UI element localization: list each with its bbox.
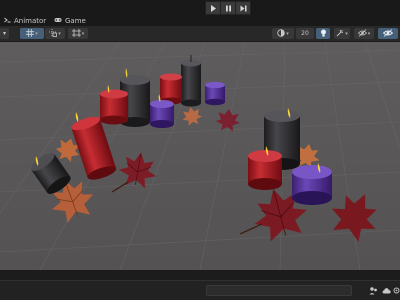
- chevron-down-icon: ▾: [367, 30, 371, 37]
- scene-view[interactable]: [0, 42, 400, 270]
- chevron-down-icon: ▾: [35, 30, 38, 37]
- title-bar: [0, 0, 400, 16]
- animator-icon: [4, 16, 11, 26]
- tab-label: Game: [65, 17, 86, 25]
- hidden-objects-dropdown[interactable]: ▾: [354, 28, 374, 39]
- candle-red-back: [160, 73, 182, 105]
- play-icon: [210, 4, 217, 12]
- grid-snap-value-text: 20: [301, 30, 309, 37]
- status-bar: [0, 280, 400, 300]
- cloud-icon[interactable]: [381, 285, 391, 295]
- grid-snap-toggle[interactable]: ▾: [20, 28, 44, 39]
- tab-game[interactable]: Game: [54, 16, 86, 26]
- snap-increment-dropdown[interactable]: ▾: [68, 28, 88, 39]
- scene-toolbar: ▾ ▾ ▾ ▾ ▾ 20 ▾ ▾: [0, 26, 400, 42]
- step-button[interactable]: [235, 1, 251, 15]
- candle-purple-right: [292, 163, 332, 205]
- candle-red-right: [248, 146, 282, 190]
- pause-icon: [225, 5, 232, 12]
- play-button[interactable]: [205, 1, 221, 15]
- grid-snap-value[interactable]: 20: [296, 28, 314, 39]
- lightbulb-icon: [320, 29, 327, 39]
- sphere-icon: [277, 28, 285, 39]
- panel-divider: [0, 270, 400, 280]
- chevron-down-icon: ▾: [2, 30, 6, 37]
- collab-icon[interactable]: [368, 285, 378, 295]
- grid-plane-icon: [49, 28, 58, 39]
- eye-slash-icon: [357, 28, 367, 39]
- chevron-down-icon: ▾: [345, 30, 348, 37]
- lighting-toggle[interactable]: [316, 28, 330, 39]
- progress-bar: [206, 285, 352, 296]
- grid-plane-dropdown[interactable]: ▾: [45, 28, 65, 39]
- tab-bar: Animator Game: [0, 16, 400, 26]
- gizmos-toggle[interactable]: [378, 28, 398, 39]
- gamepad-icon: [54, 16, 62, 26]
- candle-black-back: [181, 55, 201, 107]
- chevron-down-icon: ▾: [81, 30, 85, 37]
- chevron-down-icon: ▾: [286, 30, 289, 37]
- effects-icon: [336, 29, 344, 39]
- tab-label: Animator: [14, 17, 47, 25]
- play-controls: [205, 1, 251, 15]
- pause-button[interactable]: [220, 1, 236, 15]
- snap-icon: [71, 28, 81, 39]
- grid-icon: [26, 28, 35, 39]
- tool-menu-button[interactable]: ▾: [0, 28, 9, 39]
- tab-animator[interactable]: Animator: [4, 16, 46, 26]
- step-forward-icon: [240, 5, 247, 12]
- scene-canvas: [0, 42, 400, 270]
- settings-icon[interactable]: [391, 285, 400, 295]
- candle-red-mid-left: [100, 85, 128, 125]
- camera-settings-dropdown[interactable]: ▾: [272, 28, 294, 39]
- candle-purple-back: [205, 81, 225, 106]
- chevron-down-icon: ▾: [58, 30, 61, 37]
- eye-icon: [382, 28, 394, 39]
- effects-dropdown[interactable]: ▾: [334, 28, 350, 39]
